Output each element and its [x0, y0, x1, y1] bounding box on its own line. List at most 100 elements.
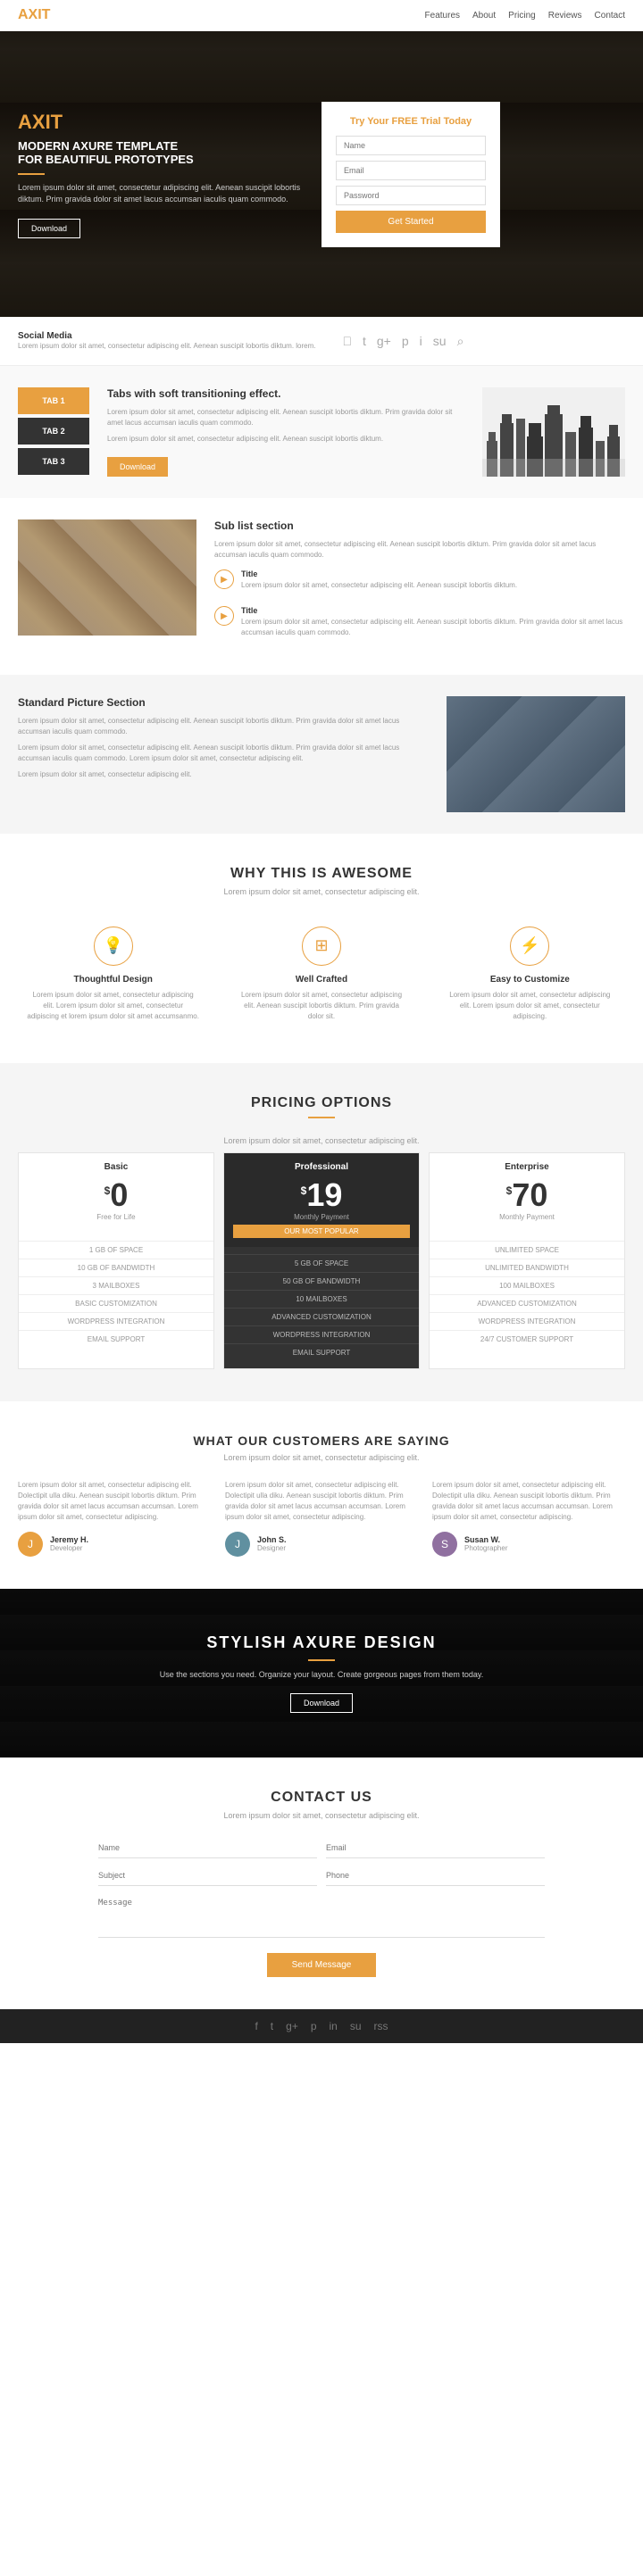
pro-features: 5 GB OF SPACE 50 GB OF BANDWIDTH 10 MAIL… [224, 1247, 419, 1368]
pinterest-icon[interactable]: p [402, 334, 409, 348]
testimonial-person-1: J Jeremy H. Developer [18, 1532, 211, 1557]
footer-instagram-icon[interactable]: in [330, 2020, 338, 2032]
sublist-image [18, 519, 196, 636]
nav-pricing[interactable]: Pricing [508, 11, 536, 21]
contact-row-1 [98, 1838, 545, 1858]
google-plus-icon[interactable]: g+ [377, 334, 391, 348]
basic-feature-5: EMAIL SUPPORT [19, 1330, 213, 1348]
sublist-text-2: Title Lorem ipsum dolor sit amet, consec… [241, 606, 625, 645]
trial-submit-button[interactable]: Get Started [336, 211, 486, 233]
footer-rss-icon[interactable]: rss [374, 2020, 388, 2032]
testimonial-3: Lorem ipsum dolor sit amet, consectetur … [432, 1480, 625, 1557]
enterprise-amount: 70 [512, 1179, 547, 1211]
nav-features[interactable]: Features [425, 11, 460, 21]
avatar-3: S [432, 1532, 457, 1557]
sublist-item-desc-2: Lorem ipsum dolor sit amet, consectetur … [241, 617, 625, 636]
contact-subtitle: Lorem ipsum dolor sit amet, consectetur … [18, 1811, 625, 1820]
instagram-icon[interactable]: i [420, 334, 422, 348]
nav-brand[interactable]: AXIT [18, 7, 50, 23]
tab-3[interactable]: TAB 3 [18, 448, 89, 475]
trial-name-input[interactable] [336, 136, 486, 155]
why-card-3: ⚡ Easy to Customize Lorem ipsum dolor si… [435, 918, 625, 1031]
enterprise-dollar: $ [506, 1184, 513, 1197]
testimonial-name-2: John S. [257, 1535, 287, 1544]
rss-icon[interactable]: ⌕ [457, 334, 464, 349]
tabs-content: Tabs with soft transitioning effect. Lor… [107, 387, 464, 477]
basic-dollar: $ [104, 1184, 111, 1197]
footer-pinterest-icon[interactable]: p [311, 2020, 317, 2032]
trial-password-input[interactable] [336, 186, 486, 205]
tabs-desc2: Lorem ipsum dolor sit amet, consectetur … [107, 434, 464, 445]
thoughtful-design-icon: 💡 [94, 927, 133, 966]
enterprise-feature-4: WORDPRESS INTEGRATION [430, 1312, 624, 1330]
pro-amount: 19 [306, 1179, 342, 1211]
nav-reviews[interactable]: Reviews [548, 11, 582, 21]
sublist-item-2: ▶ Title Lorem ipsum dolor sit amet, cons… [214, 606, 625, 645]
twitter-icon[interactable]: t [363, 334, 366, 348]
social-description: Lorem ipsum dolor sit amet, consectetur … [18, 341, 315, 351]
tab-1[interactable]: TAB 1 [18, 387, 89, 414]
contact-email-input[interactable] [326, 1838, 545, 1858]
standard-image-box [447, 696, 625, 812]
footer-facebook-icon[interactable]: f [255, 2020, 257, 2032]
enterprise-feature-3: ADVANCED CUSTOMIZATION [430, 1294, 624, 1312]
contact-message-input[interactable] [98, 1893, 545, 1938]
trial-email-input[interactable] [336, 161, 486, 180]
footer-google-plus-icon[interactable]: g+ [286, 2020, 298, 2032]
testimonial-person-2: J John S. Designer [225, 1532, 418, 1557]
why-card-desc-2: Lorem ipsum dolor sit amet, consectetur … [235, 990, 407, 1022]
contact-form: Send Message [98, 1838, 545, 1977]
hero-download-button[interactable]: Download [18, 219, 80, 238]
enterprise-features: UNLIMITED SPACE UNLIMITED BANDWIDTH 100 … [430, 1234, 624, 1355]
facebook-icon[interactable]:  [342, 334, 352, 348]
why-section: WHY THIS IS AWESOME Lorem ipsum dolor si… [0, 834, 643, 1063]
avatar-2: J [225, 1532, 250, 1557]
testimonial-text-1: Lorem ipsum dolor sit amet, consectetur … [18, 1480, 211, 1523]
footer-stumbleupon-icon[interactable]: su [350, 2020, 362, 2032]
contact-phone-input[interactable] [326, 1866, 545, 1886]
why-card-desc-1: Lorem ipsum dolor sit amet, consectetur … [27, 990, 199, 1022]
pricing-pro-price: $ 19 [233, 1179, 410, 1211]
pricing-pro-name: Professional [233, 1162, 410, 1172]
trial-title: Try Your FREE Trial Today [336, 116, 486, 127]
tab-2[interactable]: TAB 2 [18, 418, 89, 445]
testimonial-role-2: Designer [257, 1544, 287, 1552]
easy-customize-icon: ⚡ [510, 927, 549, 966]
nav-about[interactable]: About [472, 11, 496, 21]
pricing-enterprise: Enterprise $ 70 Monthly Payment UNLIMITE… [429, 1152, 625, 1369]
basic-amount: 0 [110, 1179, 128, 1211]
stumbleupon-icon[interactable]: su [433, 334, 447, 348]
contact-name-input[interactable] [98, 1838, 317, 1858]
contact-subject-input[interactable] [98, 1866, 317, 1886]
testimonial-1: Lorem ipsum dolor sit amet, consectetur … [18, 1480, 211, 1557]
stylish-divider [308, 1659, 335, 1661]
hero-divider [18, 173, 45, 175]
standard-section: Standard Picture Section Lorem ipsum dol… [0, 675, 643, 834]
enterprise-feature-5: 24/7 CUSTOMER SUPPORT [430, 1330, 624, 1348]
testimonial-role-1: Developer [50, 1544, 88, 1552]
pro-feature-5: EMAIL SUPPORT [224, 1343, 419, 1361]
footer-twitter-icon[interactable]: t [271, 2020, 273, 2032]
stylish-download-button[interactable]: Download [290, 1693, 353, 1713]
testimonials-title: WHAT OUR CUSTOMERS ARE SAYING [18, 1433, 625, 1448]
trial-form: Try Your FREE Trial Today Get Started [322, 102, 500, 247]
hero-content: AXIT MODERN AXURE TEMPLATEFOR BEAUTIFUL … [18, 111, 322, 238]
hero-brand-text: AX [18, 111, 46, 133]
testimonials-section: WHAT OUR CUSTOMERS ARE SAYING Lorem ipsu… [0, 1401, 643, 1589]
pro-period: Monthly Payment [233, 1213, 410, 1221]
popular-badge: OUR MOST POPULAR [233, 1225, 410, 1238]
social-icons:  t g+ p i su ⌕ [342, 334, 463, 349]
pricing-cards: Basic $ 0 Free for Life 1 GB OF SPACE 10… [18, 1152, 625, 1369]
contact-section: CONTACT US Lorem ipsum dolor sit amet, c… [0, 1757, 643, 2009]
enterprise-feature-1: UNLIMITED BANDWIDTH [430, 1259, 624, 1276]
tabs-download-button[interactable]: Download [107, 457, 168, 477]
trial-accent: FREE [392, 116, 418, 127]
pro-feature-0: 5 GB OF SPACE [224, 1254, 419, 1272]
hero-subtitle: MODERN AXURE TEMPLATEFOR BEAUTIFUL PROTO… [18, 139, 322, 166]
nav-contact[interactable]: Contact [595, 11, 625, 21]
social-section: Social Media Lorem ipsum dolor sit amet,… [0, 317, 643, 366]
contact-submit-button[interactable]: Send Message [267, 1953, 377, 1977]
contact-row-2 [98, 1866, 545, 1886]
tabs-city-image [482, 387, 625, 477]
pro-feature-3: ADVANCED CUSTOMIZATION [224, 1308, 419, 1325]
